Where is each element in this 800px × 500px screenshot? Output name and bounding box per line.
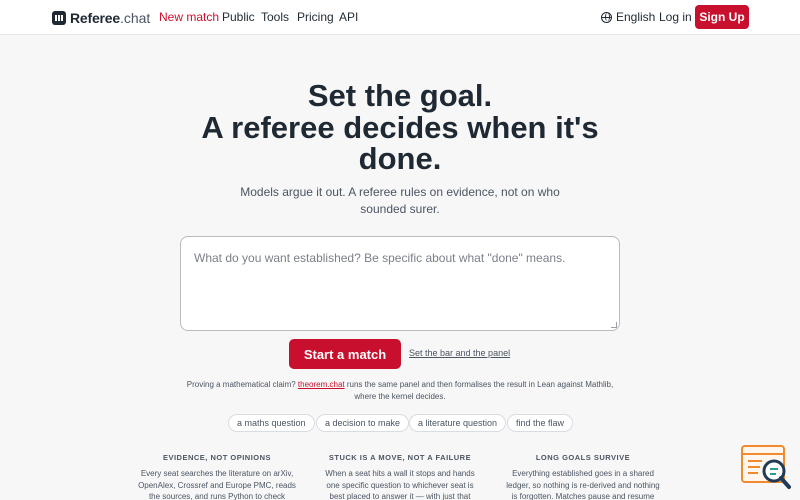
goal-placeholder: What do you want established? Be specifi… [194, 251, 566, 265]
headline-line-2: A referee decides when it's [201, 109, 599, 145]
feature-line: Every seat searches the literature on ar… [140, 469, 294, 478]
subtitle-line-1: Models argue it out. A referee rules on … [240, 185, 560, 199]
headline-line-1: Set the goal. [307, 78, 493, 113]
resize-handle[interactable] [611, 322, 617, 328]
nav-api[interactable]: API [339, 10, 358, 24]
goal-textarea[interactable]: What do you want established? Be specifi… [180, 236, 620, 331]
theorem-note: Proving a mathematical claim? theorem.ch… [183, 379, 617, 403]
referee-logo-icon [52, 11, 66, 25]
brand-suffix: .chat [119, 10, 151, 26]
feature-line: best placed to answer it — with just tha… [329, 492, 471, 500]
subtitle-line-2: sounded surer. [360, 202, 440, 216]
example-chip-flaw[interactable]: find the flaw [507, 414, 574, 432]
subtitle: Models argue it out. A referee rules on … [230, 184, 570, 218]
feature-line: ledger, so nothing is re-derived and not… [506, 480, 660, 490]
brand-name: Referee [70, 10, 120, 26]
start-match-button[interactable]: Start a match [289, 339, 401, 369]
brand-logo[interactable]: Referee .chat [52, 10, 150, 26]
feature-line: OpenAlex, Crossref and Europe PMC, reads [138, 480, 296, 490]
nav-pricing[interactable]: Pricing [297, 10, 334, 24]
set-bar-link[interactable]: Set the bar and the panel [409, 348, 510, 358]
example-chip-decision[interactable]: a decision to make [316, 414, 410, 432]
feature-title-stuck: STUCK IS A MOVE, NOT A FAILURE [328, 453, 472, 462]
language-selector[interactable]: English [601, 10, 655, 24]
signup-button[interactable]: Sign Up [695, 5, 749, 29]
login-link[interactable]: Log in [659, 10, 692, 24]
search-chat-widget-icon[interactable] [740, 444, 792, 492]
feature-line: one specific question to whichever seat … [326, 480, 474, 490]
headline-line-3: done. [358, 141, 442, 176]
note-text-before: Proving a mathematical claim? [186, 380, 298, 389]
page-title: Set the goal. A referee decides when it'… [150, 80, 650, 175]
feature-body-evidence: Every seat searches the literature on ar… [127, 468, 307, 500]
feature-line: Everything established goes in a shared [512, 469, 654, 478]
feature-line: When a seat hits a wall it stops and han… [325, 469, 475, 478]
feature-title-long-goals: LONG GOALS SURVIVE [535, 453, 631, 462]
example-chip-literature[interactable]: a literature question [409, 414, 507, 432]
top-nav-bar: Referee .chat New match Public Tools Pric… [0, 0, 800, 35]
theorem-chat-link[interactable]: theorem.chat [298, 380, 345, 389]
language-label: English [616, 10, 656, 24]
feature-title-evidence: EVIDENCE, NOT OPINIONS [162, 453, 272, 462]
feature-body-stuck: When a seat hits a wall it stops and han… [310, 468, 490, 500]
example-chip-maths[interactable]: a maths question [228, 414, 315, 432]
nav-public[interactable]: Public [222, 10, 255, 24]
feature-line: the sources, and runs Python to check [148, 492, 286, 500]
nav-tools[interactable]: Tools [261, 10, 289, 24]
feature-line: is forgotten. Matches pause and resume [511, 492, 655, 500]
feature-body-long-goals: Everything established goes in a shared … [493, 468, 673, 500]
globe-icon [601, 11, 612, 23]
note-text-after: runs the same panel and then formalises … [344, 380, 614, 401]
nav-new-match[interactable]: New match [159, 10, 219, 24]
